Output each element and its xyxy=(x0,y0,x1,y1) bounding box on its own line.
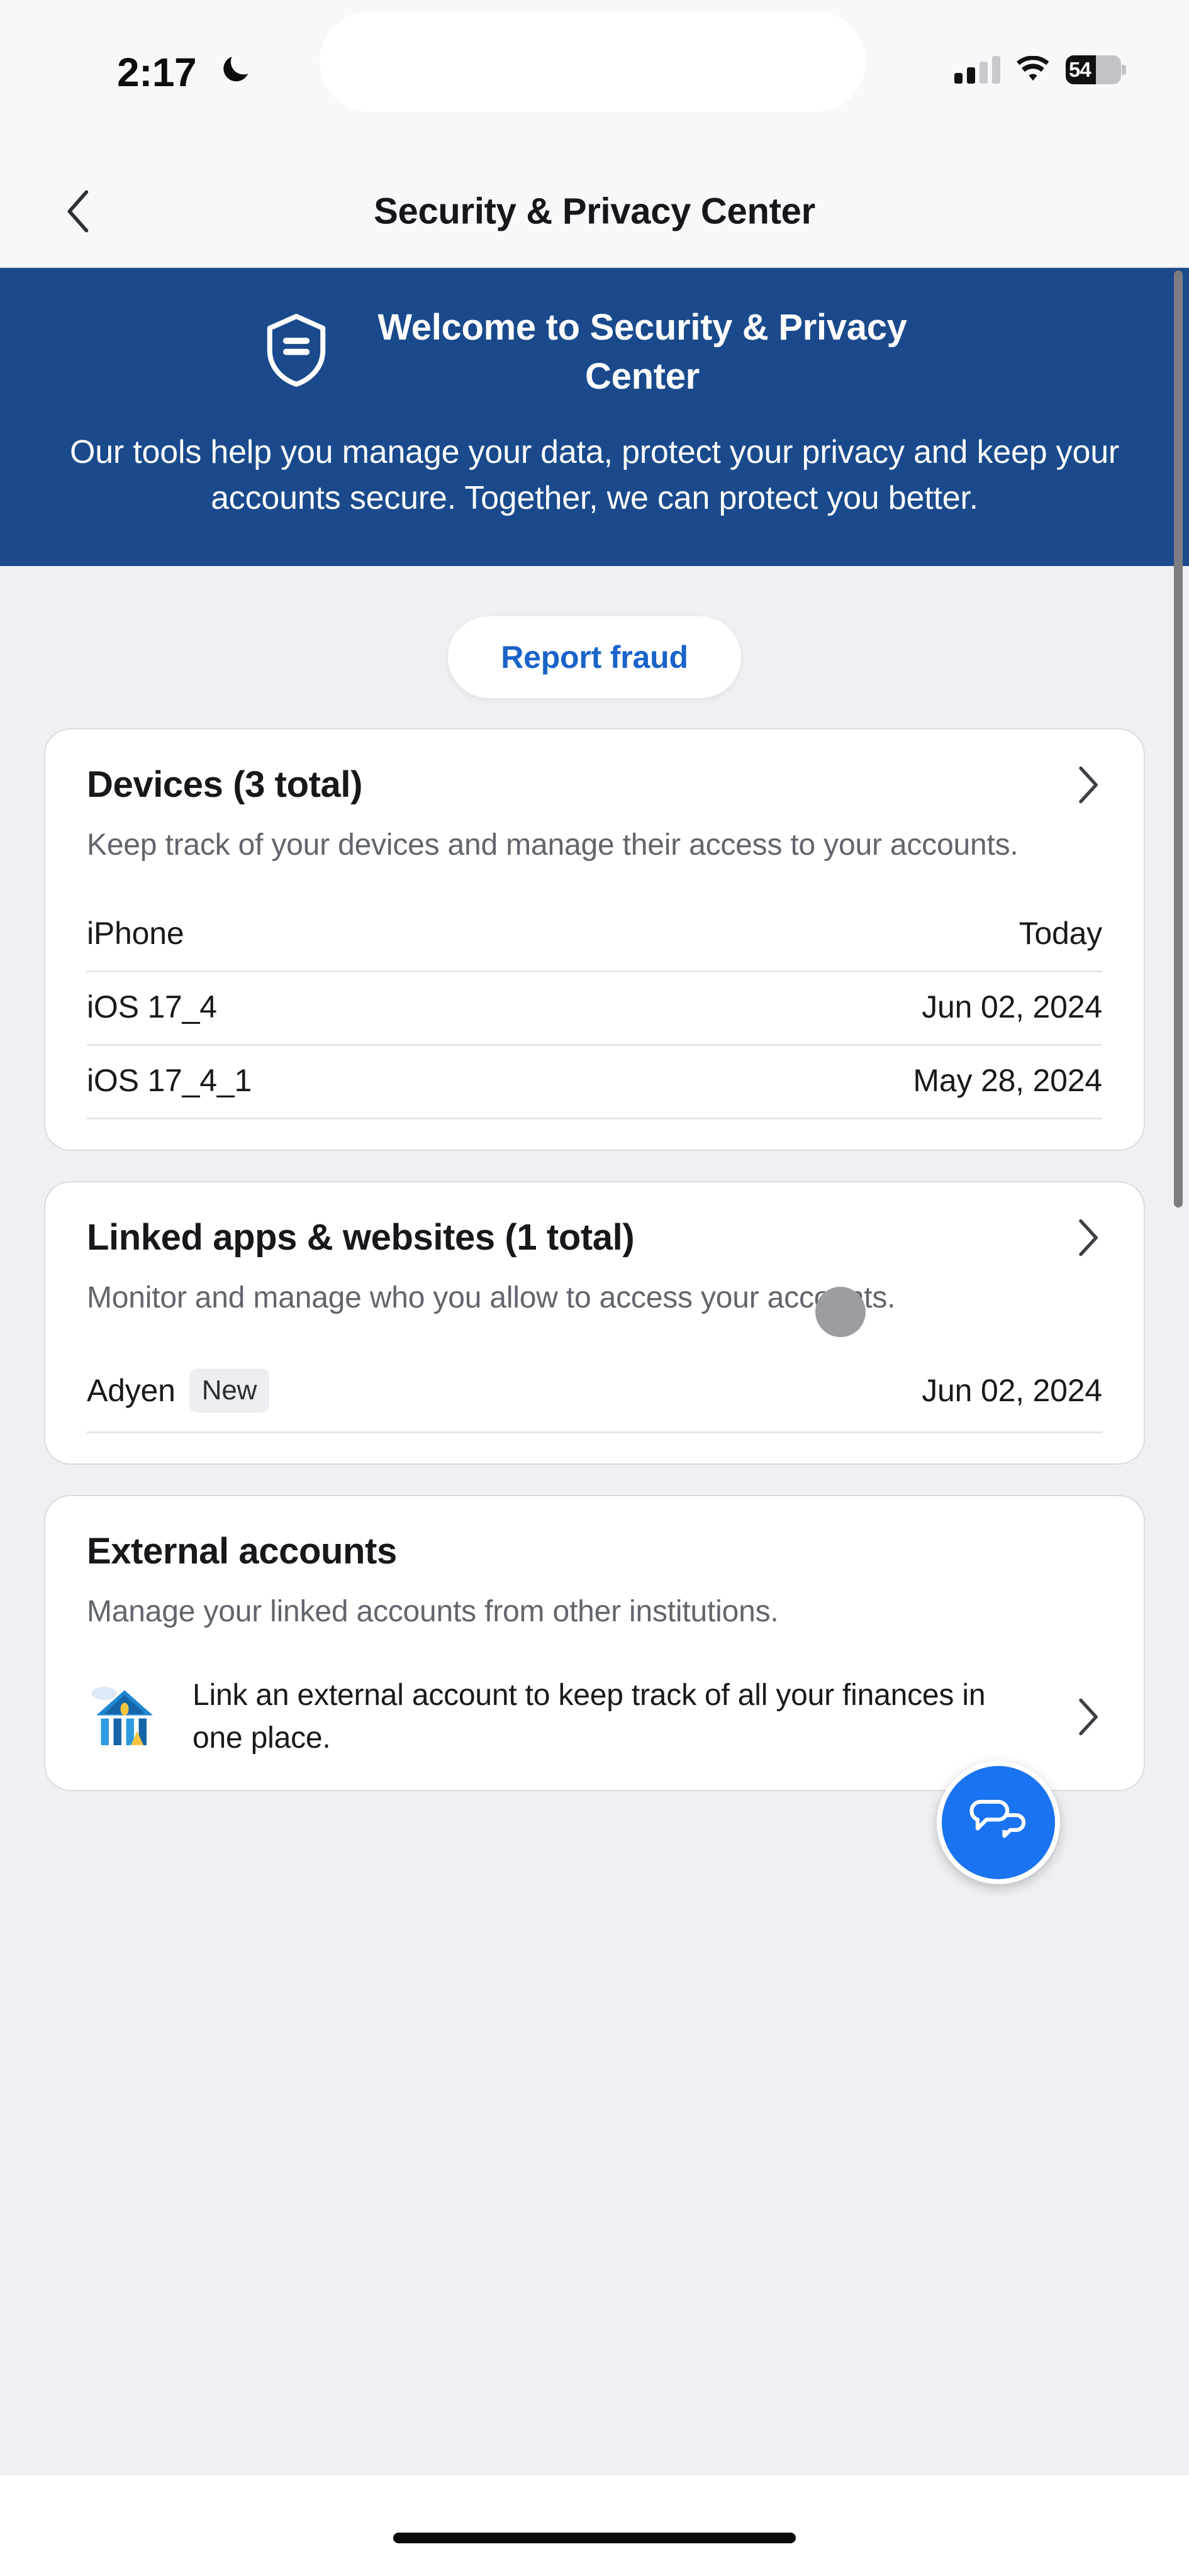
linked-apps-card[interactable]: Linked apps & websites (1 total) Monitor… xyxy=(44,1181,1145,1465)
cellular-signal-icon xyxy=(954,56,1000,84)
phone-screen: 2:17 54 Security & Privacy Center Welcom… xyxy=(0,0,1189,2576)
status-indicators: 54 xyxy=(954,55,1126,84)
devices-list: iPhone Today iOS 17_4 Jun 02, 2024 iOS 1… xyxy=(87,899,1103,1120)
welcome-banner: Welcome to Security & Privacy Center Our… xyxy=(0,268,1189,567)
link-external-account-text: Link an external account to keep track o… xyxy=(193,1678,986,1755)
external-accounts-card-description: Manage your linked accounts from other i… xyxy=(87,1594,779,1628)
table-row[interactable]: iOS 17_4_1 May 28, 2024 xyxy=(87,1046,1102,1120)
banner-description: Our tools help you manage your data, pro… xyxy=(69,433,1120,517)
table-row[interactable]: Adyen New Jun 02, 2024 xyxy=(87,1352,1102,1433)
vertical-scrollbar[interactable] xyxy=(1174,270,1183,1208)
link-external-account-row[interactable]: Link an external account to keep track o… xyxy=(87,1674,1102,1760)
external-accounts-card-title: External accounts xyxy=(87,1530,397,1572)
page-title: Security & Privacy Center xyxy=(374,191,815,232)
external-accounts-card-header: External accounts xyxy=(87,1530,1102,1572)
touch-point-indicator xyxy=(815,1287,866,1337)
device-date: May 28, 2024 xyxy=(913,1063,1102,1099)
device-date: Jun 02, 2024 xyxy=(922,989,1102,1025)
device-date: Today xyxy=(1019,916,1103,952)
devices-card-description: Keep track of your devices and manage th… xyxy=(87,828,1019,862)
chevron-right-icon[interactable] xyxy=(1073,1697,1102,1736)
battery-icon: 54 xyxy=(1066,55,1126,84)
device-name: iPhone xyxy=(87,916,184,952)
device-name: iOS 17_4_1 xyxy=(87,1063,252,1099)
table-row[interactable]: iOS 17_4 Jun 02, 2024 xyxy=(87,972,1102,1046)
dynamic-island xyxy=(320,11,866,112)
linked-apps-card-title: Linked apps & websites (1 total) xyxy=(87,1217,635,1258)
battery-percent: 54 xyxy=(1069,58,1091,81)
linked-apps-card-header[interactable]: Linked apps & websites (1 total) xyxy=(87,1216,1102,1258)
external-accounts-card: External accounts Manage your linked acc… xyxy=(44,1494,1145,1792)
device-name: iOS 17_4 xyxy=(87,989,217,1025)
chevron-right-icon[interactable] xyxy=(1073,765,1102,804)
page-content: Welcome to Security & Privacy Center Our… xyxy=(0,268,1189,2475)
banner-title: Welcome to Security & Privacy Center xyxy=(377,307,907,397)
chat-bubbles-icon xyxy=(969,1799,1026,1838)
nav-header: Security & Privacy Center xyxy=(0,156,1189,268)
status-time: 2:17 xyxy=(117,50,197,95)
devices-card-title: Devices (3 total) xyxy=(87,764,363,806)
status-bar: 2:17 54 xyxy=(0,0,1189,156)
report-fraud-container: Report fraud xyxy=(0,566,1189,728)
app-name: Adyen xyxy=(87,1372,176,1408)
home-indicator[interactable] xyxy=(393,2533,796,2543)
status-badge: New xyxy=(189,1368,270,1413)
crescent-moon-icon xyxy=(219,52,253,86)
shield-icon xyxy=(264,312,329,389)
linked-apps-card-description: Monitor and manage who you allow to acce… xyxy=(87,1281,896,1315)
home-bar-area xyxy=(0,2475,1189,2576)
devices-card-header[interactable]: Devices (3 total) xyxy=(87,763,1102,806)
chevron-right-icon[interactable] xyxy=(1073,1218,1102,1257)
chat-support-button[interactable] xyxy=(937,1761,1060,1884)
report-fraud-button[interactable]: Report fraud xyxy=(448,616,741,699)
wifi-icon xyxy=(1015,55,1051,84)
table-row[interactable]: iPhone Today xyxy=(87,899,1103,973)
linked-apps-list: Adyen New Jun 02, 2024 xyxy=(87,1352,1102,1433)
app-date: Jun 02, 2024 xyxy=(922,1372,1102,1408)
devices-card[interactable]: Devices (3 total) Keep track of your dev… xyxy=(44,728,1145,1152)
bank-building-icon xyxy=(87,1679,162,1755)
